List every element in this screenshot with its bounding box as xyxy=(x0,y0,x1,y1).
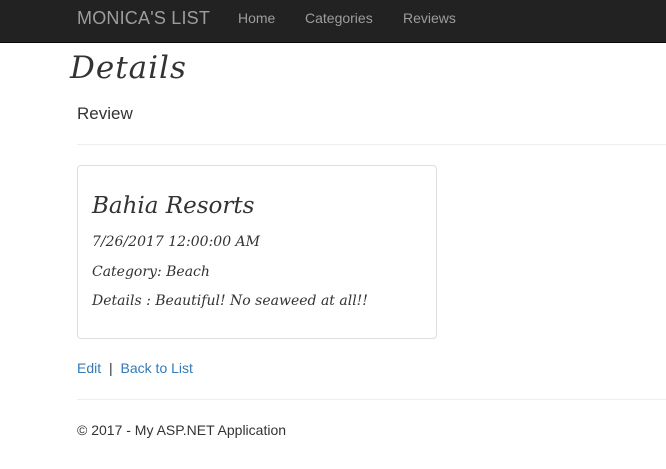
page-title: Details xyxy=(70,50,187,86)
brand-link[interactable]: MONICA'S LIST xyxy=(77,8,210,29)
nav-home-link[interactable]: Home xyxy=(238,10,275,26)
edit-link[interactable]: Edit xyxy=(77,360,101,376)
nav-categories-link[interactable]: Categories xyxy=(305,10,373,26)
top-navbar: MONICA'S LIST Home Categories Reviews xyxy=(0,0,666,43)
review-card: Bahia Resorts 7/26/2017 12:00:00 AM Cate… xyxy=(77,165,437,339)
footer-text: © 2017 - My ASP.NET Application xyxy=(77,422,287,438)
review-date: 7/26/2017 12:00:00 AM xyxy=(92,234,261,250)
divider xyxy=(77,144,666,145)
back-to-list-link[interactable]: Back to List xyxy=(121,360,193,376)
action-links: Edit | Back to List xyxy=(77,360,193,376)
review-category: Category: Beach xyxy=(92,264,210,280)
review-details: Details : Beautiful! No seaweed at all!! xyxy=(92,293,368,309)
link-separator: | xyxy=(109,360,113,376)
footer-divider xyxy=(77,399,666,400)
nav-reviews-link[interactable]: Reviews xyxy=(403,10,456,26)
page-subtitle: Review xyxy=(77,104,133,123)
review-title: Bahia Resorts xyxy=(92,193,255,219)
